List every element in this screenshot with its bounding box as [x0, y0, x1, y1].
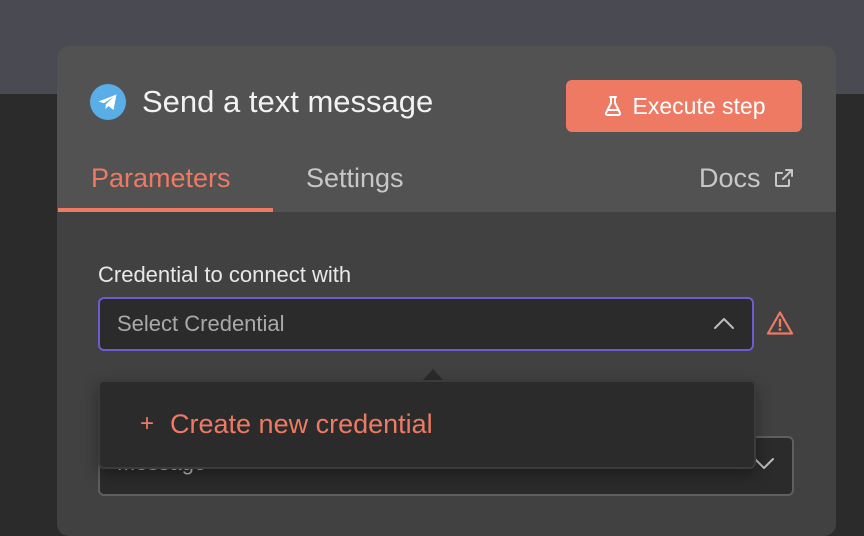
telegram-icon	[90, 84, 126, 120]
flask-icon	[603, 95, 623, 117]
plus-icon: +	[140, 410, 155, 437]
create-new-credential-option[interactable]: + Create new credential	[140, 402, 433, 446]
tab-docs[interactable]: Docs	[699, 160, 795, 196]
tab-docs-label: Docs	[699, 163, 761, 193]
tab-parameters[interactable]: Parameters	[91, 160, 231, 196]
chevron-up-icon	[713, 316, 735, 335]
execute-step-button[interactable]: Execute step	[566, 80, 802, 132]
node-title: Send a text message	[142, 84, 434, 119]
credential-select[interactable]: Select Credential	[98, 297, 754, 351]
node-settings-panel: Send a text message Execute step Paramet…	[57, 46, 836, 536]
credential-label: Credential to connect with	[98, 262, 352, 287]
credential-dropdown: + Create new credential	[98, 380, 756, 469]
tab-settings[interactable]: Settings	[306, 160, 404, 196]
active-tab-indicator	[58, 208, 273, 212]
chevron-down-icon	[753, 456, 775, 475]
credential-placeholder: Select Credential	[117, 311, 285, 336]
warning-icon	[766, 310, 794, 336]
execute-step-label: Execute step	[632, 92, 766, 119]
external-link-icon	[773, 167, 795, 189]
create-new-credential-label: Create new credential	[170, 408, 433, 439]
